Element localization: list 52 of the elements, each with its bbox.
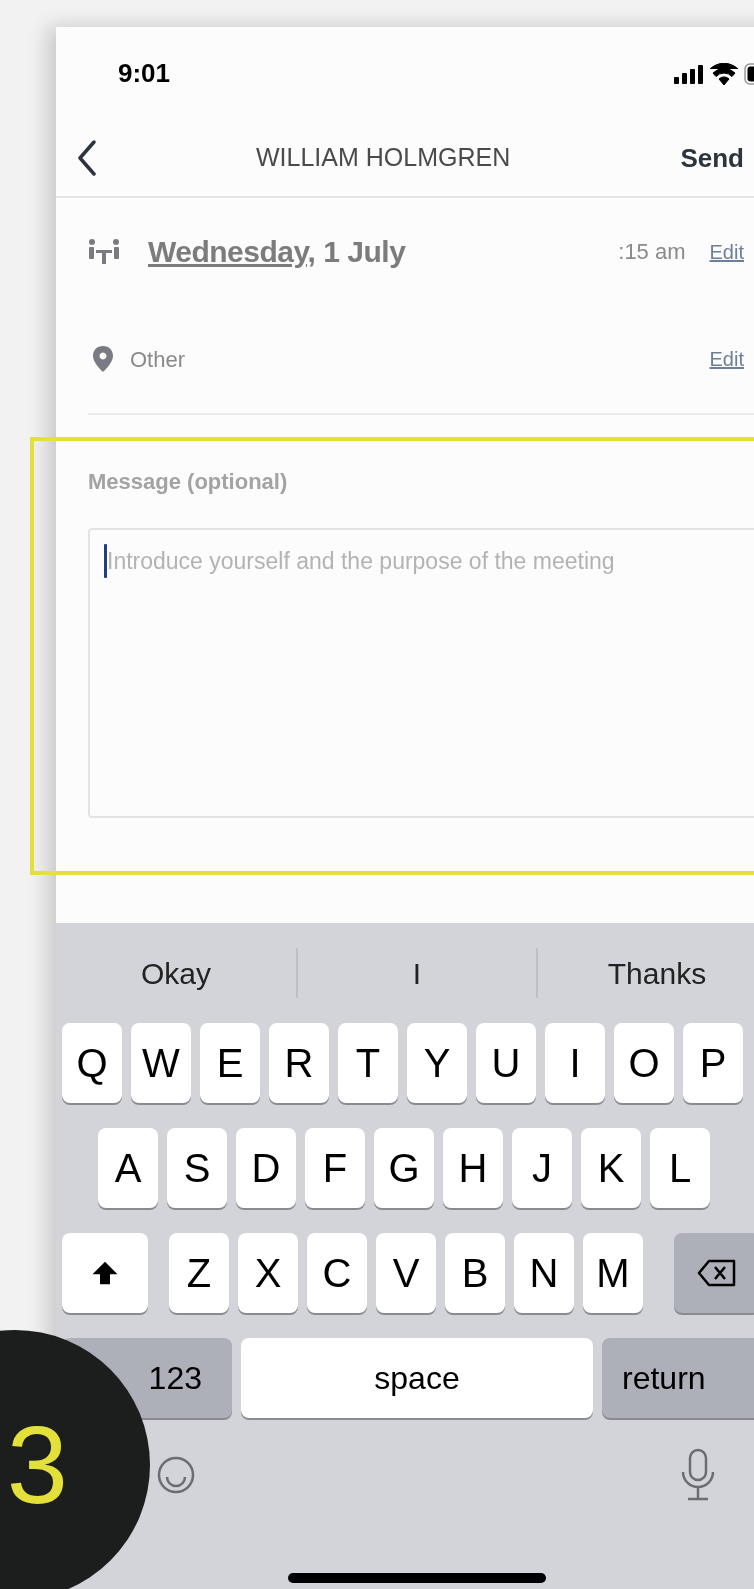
message-placeholder: Introduce yourself and the purpose of the meeting <box>107 547 615 576</box>
meeting-people-icon <box>88 237 120 266</box>
keyboard-key[interactable]: L <box>650 1128 710 1208</box>
keyboard-key[interactable]: J <box>512 1128 572 1208</box>
keyboard-key[interactable]: Y <box>407 1023 467 1103</box>
shift-key[interactable] <box>62 1233 148 1313</box>
keyboard-key[interactable]: M <box>583 1233 643 1313</box>
keyboard-key[interactable]: S <box>167 1128 227 1208</box>
keyboard-key[interactable]: K <box>581 1128 641 1208</box>
keyboard-key[interactable]: T <box>338 1023 398 1103</box>
keyboard-key[interactable]: V <box>376 1233 436 1313</box>
keyboard-key[interactable]: Q <box>62 1023 122 1103</box>
message-label: Message (optional) <box>88 468 289 496</box>
backspace-icon <box>697 1259 737 1287</box>
status-time: 9:01 <box>118 57 171 90</box>
keyboard-key[interactable]: G <box>374 1128 434 1208</box>
keyboard-key[interactable]: I <box>545 1023 605 1103</box>
return-key[interactable]: return <box>602 1338 754 1418</box>
suggestion-chip[interactable]: Thanks <box>607 950 707 996</box>
wifi-icon <box>710 62 738 85</box>
date-link[interactable]: Wednesday, <box>148 229 316 274</box>
keyboard-key[interactable]: D <box>236 1128 296 1208</box>
emoji-icon <box>156 1455 196 1495</box>
keyboard-key[interactable]: B <box>445 1233 505 1313</box>
keyboard-key[interactable]: H <box>443 1128 503 1208</box>
screen-title: WILLIAM HOLMGREN <box>256 142 511 174</box>
send-button[interactable]: Send <box>680 138 744 178</box>
keyboard-key[interactable]: E <box>200 1023 260 1103</box>
signal-icon <box>674 63 704 84</box>
location-text: Other <box>130 345 186 374</box>
edit-link[interactable]: Edit <box>709 344 744 374</box>
keyboard-key[interactable]: X <box>238 1233 298 1313</box>
suggestion-chip[interactable]: Okay <box>141 950 211 996</box>
suggestion-chip[interactable]: I <box>412 950 422 996</box>
edit-link[interactable]: Edit <box>709 236 744 267</box>
keyboard-key[interactable]: A <box>98 1128 158 1208</box>
keyboard-key[interactable]: O <box>614 1023 674 1103</box>
space-key[interactable]: space <box>241 1338 593 1418</box>
keyboard-key[interactable]: R <box>269 1023 329 1103</box>
time-text: :15 am <box>618 238 686 266</box>
date-text: 1 July <box>323 234 406 270</box>
keyboard-key[interactable]: U <box>476 1023 536 1103</box>
keyboard-key[interactable]: P <box>683 1023 743 1103</box>
keyboard-key[interactable]: N <box>514 1233 574 1313</box>
back-chevron-icon <box>77 140 97 176</box>
microphone-icon <box>680 1448 716 1502</box>
keyboard-key[interactable]: W <box>131 1023 191 1103</box>
keyboard-key[interactable]: C <box>307 1233 367 1313</box>
map-pin-icon <box>92 345 114 373</box>
keyboard-key[interactable]: F <box>305 1128 365 1208</box>
backspace-key[interactable] <box>674 1233 754 1313</box>
keyboard-key[interactable]: Z <box>169 1233 229 1313</box>
